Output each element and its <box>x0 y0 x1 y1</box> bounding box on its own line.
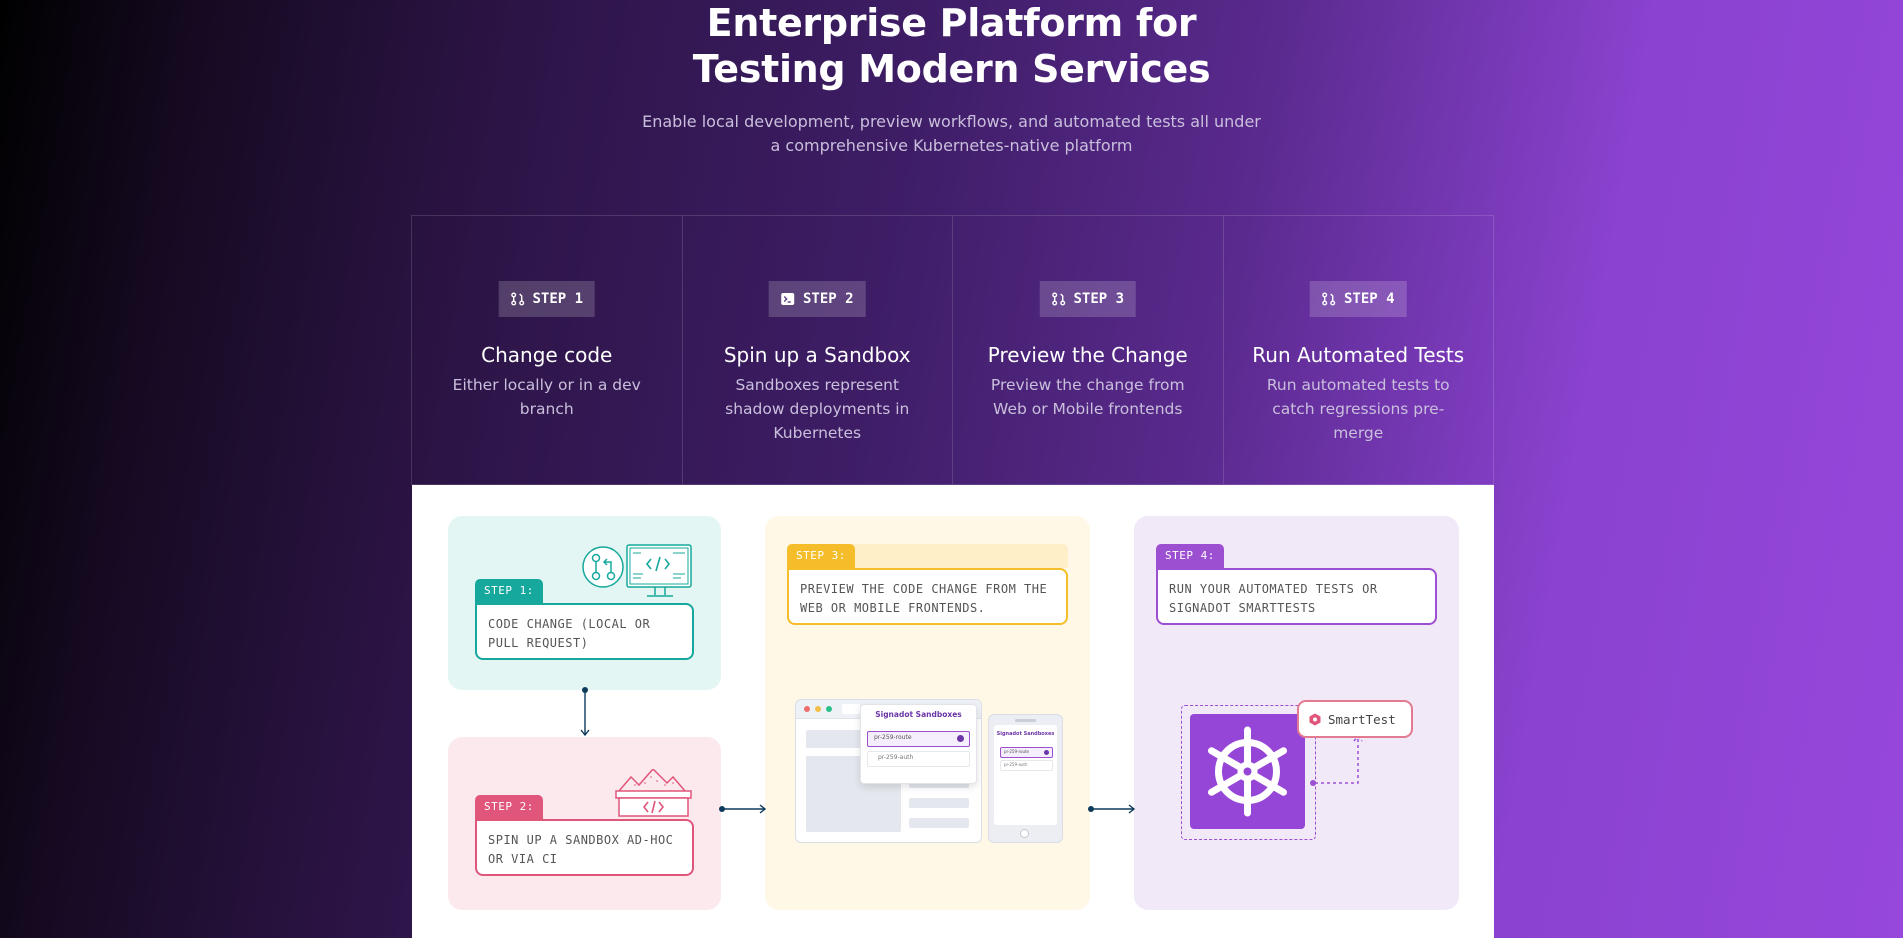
mobile-sandbox-item-selected[interactable]: pr-259-route <box>1000 747 1053 758</box>
browser-close-dot <box>804 706 810 712</box>
sandbox-item-label: pr-259-auth <box>878 754 914 761</box>
branch-icon <box>1322 292 1336 306</box>
smarttest-chip[interactable]: SmartTest <box>1297 700 1413 738</box>
branch-icon <box>1051 292 1065 306</box>
terminal-icon <box>781 293 795 305</box>
browser-placeholder-line <box>909 818 969 828</box>
step4-note: RUN YOUR AUTOMATED TESTS OR SIGNADOT SMA… <box>1156 568 1437 625</box>
mobile-home-button <box>1020 829 1029 838</box>
browser-url-bar <box>842 704 860 714</box>
step3-tag: STEP 3: <box>787 544 855 568</box>
steps-grid: STEP 1 Change code Either locally or in … <box>411 215 1494 485</box>
step3-note: PREVIEW THE CODE CHANGE FROM THE WEB OR … <box>787 568 1068 625</box>
sandboxes-popup-header: Signadot Sandboxes <box>875 710 962 719</box>
step3-note-line-2: WEB OR MOBILE FRONTENDS. <box>800 601 986 615</box>
browser-expand-dot <box>826 706 832 712</box>
sandbox-item-label: pr-259-auth <box>1004 762 1028 767</box>
step1-note-line-2: PULL REQUEST) <box>488 636 589 650</box>
page-title-line-2: Testing Modern Services <box>692 47 1211 91</box>
step4-tag: STEP 4: <box>1156 544 1224 568</box>
page-title-line-1: Enterprise Platform for <box>706 1 1197 45</box>
page-subtitle: Enable local development, preview workfl… <box>0 110 1903 158</box>
check-icon <box>1044 750 1049 755</box>
page-subtitle-line-2: a comprehensive Kubernetes-native platfo… <box>770 136 1133 155</box>
page-title: Enterprise Platform for Testing Modern S… <box>0 0 1903 92</box>
step1-panel: STEP 1: CODE CHANGE (LOCAL OR PULL REQUE… <box>448 516 721 690</box>
mobile-popup-header: Signadot Sandboxes <box>996 731 1055 737</box>
smarttest-label: SmartTest <box>1328 711 1396 727</box>
sandboxes-popup: Signadot Sandboxes pr-259-route pr-259-a… <box>860 704 977 784</box>
step-badge-4: STEP 4 <box>1309 281 1407 317</box>
step2-note: SPIN UP A SANDBOX AD-HOC OR VIA CI <box>475 819 694 876</box>
sandbox-item-label: pr-259-route <box>1004 749 1030 754</box>
step-badge-label: STEP 1 <box>532 291 584 307</box>
step-description: Sandboxes represent shadow deployments i… <box>725 376 910 442</box>
kubernetes-tile <box>1190 714 1305 829</box>
step4-note-line-2: SIGNADOT SMARTTESTS <box>1169 601 1316 615</box>
step2-note-line-1: SPIN UP A SANDBOX AD-HOC <box>488 833 674 847</box>
connector-step1-to-step2 <box>580 687 590 737</box>
step-card-2: STEP 2 Spin up a Sandbox Sandboxes repre… <box>683 216 953 484</box>
step1-note-line-1: CODE CHANGE (LOCAL OR <box>488 617 651 631</box>
connector-step2-to-step3 <box>719 804 767 814</box>
step-card-4: STEP 4 Run Automated Tests Run automated… <box>1224 216 1494 484</box>
sandbox-item-label: pr-259-route <box>874 734 912 741</box>
step3-note-line-1: PREVIEW THE CODE CHANGE FROM THE <box>800 582 1048 596</box>
step2-note-line-2: OR VIA CI <box>488 852 558 866</box>
step-card-1: STEP 1 Change code Either locally or in … <box>412 216 683 484</box>
step-badge-2: STEP 2 <box>768 281 866 317</box>
step-badge-label: STEP 4 <box>1343 291 1395 307</box>
step-title: Run Automated Tests <box>1252 343 1465 367</box>
browser-minimize-dot <box>815 706 821 712</box>
step2-tag: STEP 2: <box>475 795 543 819</box>
sandbox-item-selected[interactable]: pr-259-route <box>867 731 970 747</box>
browser-mockup: Signadot Sandboxes pr-259-route pr-259-a… <box>795 699 982 843</box>
step-title: Spin up a Sandbox <box>723 343 911 367</box>
code-monitor-icon <box>582 544 692 597</box>
check-icon <box>957 735 964 742</box>
branch-icon <box>510 292 524 306</box>
step-badge-1: STEP 1 <box>498 281 596 317</box>
browser-placeholder-line <box>909 798 969 808</box>
step-description: Run automated tests to catch regressions… <box>1266 376 1450 442</box>
connector-step3-to-step4 <box>1088 804 1136 814</box>
step4-panel: STEP 4: RUN YOUR AUTOMATED TESTS OR SIGN… <box>1134 516 1459 910</box>
kubernetes-helm-icon <box>1208 726 1287 817</box>
step-title: Change code <box>481 343 613 367</box>
workflow-diagram: STEP 1: CODE CHANGE (LOCAL OR PULL REQUE… <box>412 485 1494 938</box>
mobile-mockup: Signadot Sandboxes pr-259-route pr-259-a… <box>988 714 1063 843</box>
step1-note: CODE CHANGE (LOCAL OR PULL REQUEST) <box>475 603 694 660</box>
step-description: Preview the change from Web or Mobile fr… <box>990 376 1185 418</box>
step-description: Either locally or in a dev branch <box>452 376 641 418</box>
step3-panel: STEP 3: PREVIEW THE CODE CHANGE FROM THE… <box>765 516 1090 910</box>
sandbox-code-icon <box>615 769 692 817</box>
sandbox-item[interactable]: pr-259-auth <box>867 751 970 767</box>
mobile-sandbox-item[interactable]: pr-259-auth <box>1000 760 1053 771</box>
step-card-3: STEP 3 Preview the Change Preview the ch… <box>953 216 1224 484</box>
step1-tag: STEP 1: <box>475 579 543 603</box>
mobile-screen: Signadot Sandboxes pr-259-route pr-259-a… <box>994 725 1057 825</box>
smarttest-connector <box>1310 734 1363 786</box>
step4-note-line-1: RUN YOUR AUTOMATED TESTS OR <box>1169 582 1378 596</box>
mobile-notch <box>1015 719 1036 722</box>
page-subtitle-line-1: Enable local development, preview workfl… <box>642 112 1261 131</box>
step-badge-3: STEP 3 <box>1039 281 1137 317</box>
step-badge-label: STEP 2 <box>802 291 854 307</box>
smarttest-hexagon-icon <box>1309 713 1321 725</box>
step-title: Preview the Change <box>987 343 1188 367</box>
step-badge-label: STEP 3 <box>1073 291 1125 307</box>
step2-panel: STEP 2: SPIN UP A SANDBOX AD-HOC OR VIA … <box>448 737 721 910</box>
